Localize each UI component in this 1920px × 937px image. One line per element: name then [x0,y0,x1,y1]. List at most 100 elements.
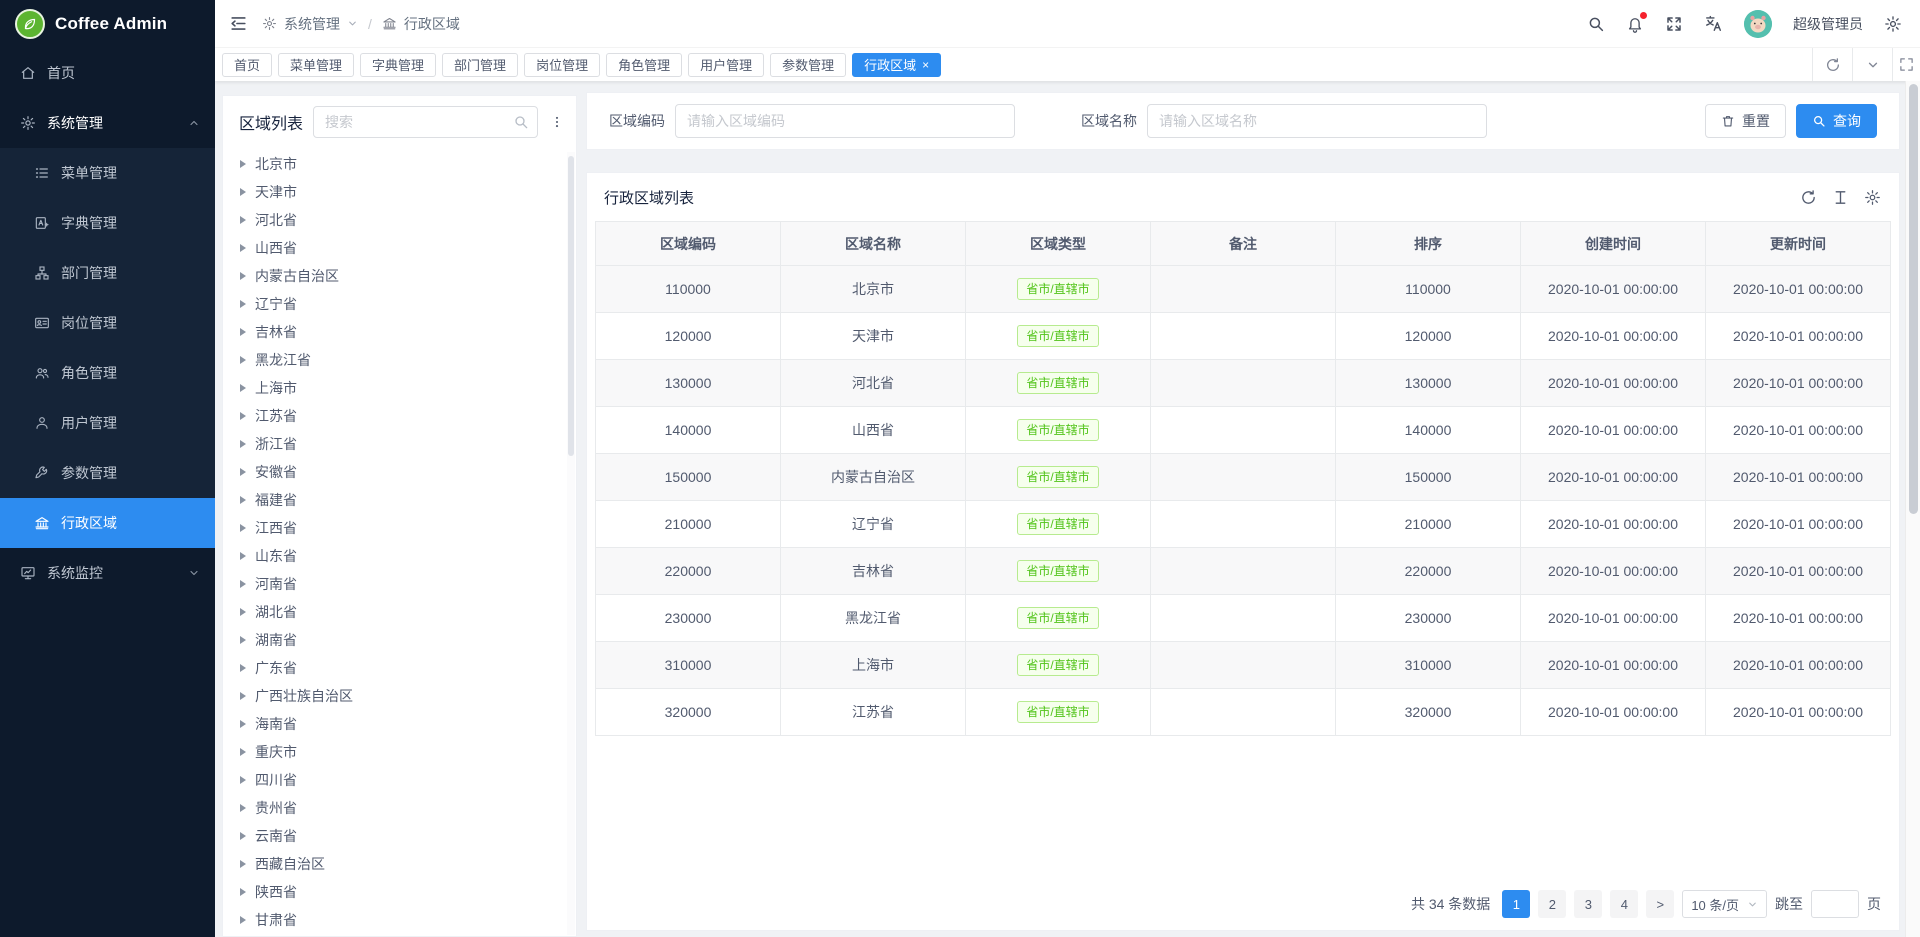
chevron-down-icon[interactable] [1852,48,1892,81]
tree-scrollbar[interactable] [567,152,575,935]
caret-right-icon[interactable] [240,356,246,364]
caret-right-icon[interactable] [240,440,246,448]
tab[interactable]: 首页 × [222,53,272,77]
caret-right-icon[interactable] [240,832,246,840]
table-row[interactable]: 130000 河北省 省市/直辖市 130000 2020-10-01 00:0… [596,360,1891,407]
table-column-header[interactable]: 排序 [1336,222,1521,266]
tree-node[interactable]: 陕西省 [234,878,576,906]
table-row[interactable]: 230000 黑龙江省 省市/直辖市 230000 2020-10-01 00:… [596,595,1891,642]
tree-node[interactable]: 海南省 [234,710,576,738]
tree-node[interactable]: 江西省 [234,514,576,542]
tree-node[interactable]: 安徽省 [234,458,576,486]
caret-right-icon[interactable] [240,888,246,896]
caret-right-icon[interactable] [240,412,246,420]
table-row[interactable]: 150000 内蒙古自治区 省市/直辖市 150000 2020-10-01 0… [596,454,1891,501]
caret-right-icon[interactable] [240,720,246,728]
close-icon[interactable]: × [922,59,929,71]
caret-right-icon[interactable] [240,496,246,504]
search-icon[interactable] [513,114,529,130]
sidebar-item-param-mgmt[interactable]: 参数管理 [0,448,215,498]
region-code-input[interactable] [675,104,1015,138]
tree-node[interactable]: 湖北省 [234,598,576,626]
page-number-button[interactable]: 3 [1574,890,1602,918]
tree-node[interactable]: 湖南省 [234,626,576,654]
tree-node[interactable]: 黑龙江省 [234,346,576,374]
tab[interactable]: 菜单管理 × [278,53,354,77]
table-column-header[interactable]: 区域名称 [781,222,966,266]
tree-node[interactable]: 山东省 [234,542,576,570]
tree-node[interactable]: 河北省 [234,206,576,234]
column-settings-gear-icon[interactable] [1864,189,1881,206]
page-size-select[interactable]: 10 条/页 [1682,890,1767,918]
region-name-input[interactable] [1147,104,1487,138]
more-options-icon[interactable] [548,112,566,132]
page-number-button[interactable]: 2 [1538,890,1566,918]
caret-right-icon[interactable] [240,692,246,700]
current-user-name[interactable]: 超级管理员 [1793,14,1863,34]
table-column-header[interactable]: 区域类型 [966,222,1151,266]
table-row[interactable]: 110000 北京市 省市/直辖市 110000 2020-10-01 00:0… [596,266,1891,313]
table-row[interactable]: 210000 辽宁省 省市/直辖市 210000 2020-10-01 00:0… [596,501,1891,548]
page-number-button[interactable]: 4 [1610,890,1638,918]
tree-node[interactable]: 山西省 [234,234,576,262]
maximize-icon[interactable] [1892,48,1920,81]
tree-node[interactable]: 贵州省 [234,794,576,822]
caret-right-icon[interactable] [240,188,246,196]
tab[interactable]: 行政区域 × [852,53,941,77]
notification-bell-icon[interactable] [1626,15,1644,33]
table-column-header[interactable]: 备注 [1151,222,1336,266]
translate-icon[interactable] [1704,14,1723,33]
query-button[interactable]: 查询 [1796,104,1877,138]
page-number-button[interactable]: 1 [1502,890,1530,918]
settings-gear-icon[interactable] [1884,15,1902,33]
table-row[interactable]: 120000 天津市 省市/直辖市 120000 2020-10-01 00:0… [596,313,1891,360]
refresh-icon[interactable] [1812,48,1852,81]
table-column-header[interactable]: 更新时间 [1706,222,1891,266]
table-row[interactable]: 220000 吉林省 省市/直辖市 220000 2020-10-01 00:0… [596,548,1891,595]
avatar[interactable] [1744,10,1772,38]
tree-node[interactable]: 西藏自治区 [234,850,576,878]
caret-right-icon[interactable] [240,524,246,532]
row-height-icon[interactable] [1832,189,1849,206]
caret-right-icon[interactable] [240,804,246,812]
tree-node[interactable]: 上海市 [234,374,576,402]
sidebar-item-menu-mgmt[interactable]: 菜单管理 [0,148,215,198]
caret-right-icon[interactable] [240,216,246,224]
caret-right-icon[interactable] [240,664,246,672]
caret-right-icon[interactable] [240,272,246,280]
menu-fold-icon[interactable] [229,14,248,33]
tree-node[interactable]: 内蒙古自治区 [234,262,576,290]
sidebar-item-dict-mgmt[interactable]: 字典管理 [0,198,215,248]
caret-right-icon[interactable] [240,916,246,924]
tree-node[interactable]: 云南省 [234,822,576,850]
sidebar-item-dept-mgmt[interactable]: 部门管理 [0,248,215,298]
table-row[interactable]: 320000 江苏省 省市/直辖市 320000 2020-10-01 00:0… [596,689,1891,736]
page-scrollbar[interactable] [1905,81,1920,937]
tab[interactable]: 参数管理 × [770,53,846,77]
tree-search-input[interactable] [323,113,513,131]
tree-node[interactable]: 四川省 [234,766,576,794]
tree-node[interactable]: 天津市 [234,178,576,206]
tab[interactable]: 部门管理 × [442,53,518,77]
caret-right-icon[interactable] [240,580,246,588]
caret-right-icon[interactable] [240,328,246,336]
caret-right-icon[interactable] [240,776,246,784]
search-icon[interactable] [1587,15,1605,33]
caret-right-icon[interactable] [240,608,246,616]
caret-right-icon[interactable] [240,244,246,252]
app-logo[interactable]: Coffee Admin [0,0,215,48]
tree-node[interactable]: 吉林省 [234,318,576,346]
tab[interactable]: 用户管理 × [688,53,764,77]
reset-button[interactable]: 重置 [1705,104,1786,138]
page-scrollbar-thumb[interactable] [1909,84,1918,514]
caret-right-icon[interactable] [240,300,246,308]
caret-right-icon[interactable] [240,636,246,644]
caret-right-icon[interactable] [240,160,246,168]
caret-right-icon[interactable] [240,748,246,756]
tree-node[interactable]: 辽宁省 [234,290,576,318]
jump-page-input[interactable] [1811,890,1859,918]
tab[interactable]: 角色管理 × [606,53,682,77]
tree-node[interactable]: 北京市 [234,150,576,178]
table-row[interactable]: 310000 上海市 省市/直辖市 310000 2020-10-01 00:0… [596,642,1891,689]
sidebar-item-home[interactable]: 首页 [0,48,215,98]
